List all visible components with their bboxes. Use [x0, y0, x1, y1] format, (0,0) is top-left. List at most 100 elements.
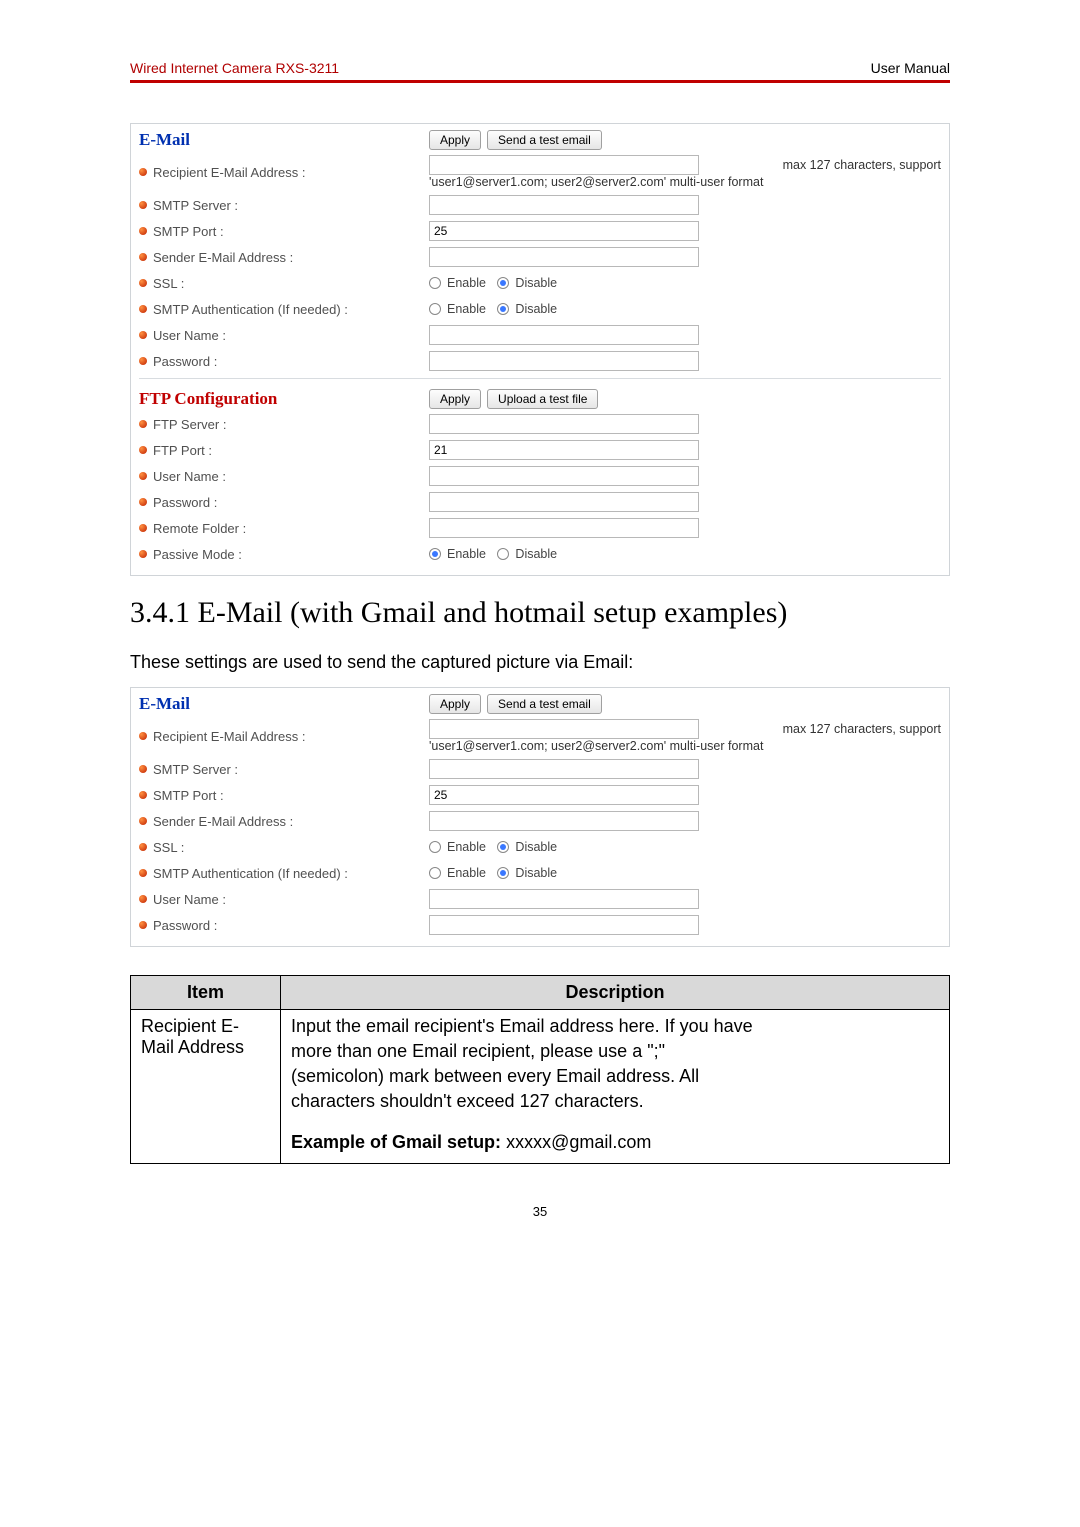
smtp-port-label: SMTP Port :: [153, 224, 224, 239]
row-ftp-port: FTP Port :: [131, 437, 949, 463]
desc-example: Example of Gmail setup: xxxxx@gmail.com: [291, 1132, 939, 1153]
doc-header: Wired Internet Camera RXS-3211 User Manu…: [130, 60, 950, 80]
page-number: 35: [130, 1204, 950, 1219]
sender2-input[interactable]: [429, 811, 699, 831]
bullet-icon: [139, 472, 147, 480]
recipient2-hint-bottom: 'user1@server1.com; user2@server2.com' m…: [429, 739, 941, 753]
row-auth: SMTP Authentication (If needed) : Enable…: [131, 296, 949, 322]
email2-title: E-Mail: [139, 694, 429, 714]
recipient-input[interactable]: [429, 155, 699, 175]
auth-disable-radio[interactable]: [497, 303, 509, 315]
passive-enable-radio[interactable]: [429, 548, 441, 560]
email2-section-header: E-Mail Apply Send a test email: [131, 688, 949, 716]
ftp-port-label: FTP Port :: [153, 443, 212, 458]
row-ftp-pass: Password :: [131, 489, 949, 515]
recipient2-input[interactable]: [429, 719, 699, 739]
ftp-server-label: FTP Server :: [153, 417, 226, 432]
ssl2-enable-text: Enable: [447, 840, 486, 854]
ssl2-enable-radio[interactable]: [429, 841, 441, 853]
smtp-server-input[interactable]: [429, 195, 699, 215]
auth-enable-text: Enable: [447, 302, 486, 316]
smtp-port2-input[interactable]: [429, 785, 699, 805]
recipient2-hint-top: max 127 characters, support: [707, 722, 941, 736]
user-label: User Name :: [153, 328, 226, 343]
th-item: Item: [131, 976, 281, 1010]
auth2-enable-radio[interactable]: [429, 867, 441, 879]
pass-input[interactable]: [429, 351, 699, 371]
bullet-icon: [139, 817, 147, 825]
desc-line: (semicolon) mark between every Email add…: [291, 1066, 939, 1087]
bullet-icon: [139, 331, 147, 339]
row-ftp-server: FTP Server :: [131, 411, 949, 437]
pass-label: Password :: [153, 354, 217, 369]
passive-enable-text: Enable: [447, 547, 486, 561]
ssl-disable-radio[interactable]: [497, 277, 509, 289]
pass2-input[interactable]: [429, 915, 699, 935]
ftp-server-input[interactable]: [429, 414, 699, 434]
email2-send-test-button[interactable]: Send a test email: [487, 694, 602, 714]
row2-pass: Password :: [131, 912, 949, 938]
intro-text: These settings are used to send the capt…: [130, 652, 950, 673]
ssl2-disable-text: Disable: [515, 840, 557, 854]
bullet-icon: [139, 791, 147, 799]
row-smtp-server: SMTP Server :: [131, 192, 949, 218]
ftp-port-input[interactable]: [429, 440, 699, 460]
ftp-user-label: User Name :: [153, 469, 226, 484]
pass2-label: Password :: [153, 918, 217, 933]
bullet-icon: [139, 420, 147, 428]
email-section-header: E-Mail Apply Send a test email: [131, 124, 949, 152]
row-ssl: SSL : Enable Disable: [131, 270, 949, 296]
section-heading: 3.4.1 E-Mail (with Gmail and hotmail set…: [130, 596, 950, 630]
passive-disable-text: Disable: [515, 547, 557, 561]
header-divider: [130, 80, 950, 83]
passive-disable-radio[interactable]: [497, 548, 509, 560]
ssl-enable-radio[interactable]: [429, 277, 441, 289]
ftp-apply-button[interactable]: Apply: [429, 389, 481, 409]
user2-input[interactable]: [429, 889, 699, 909]
row-ftp-user: User Name :: [131, 463, 949, 489]
smtp-port-input[interactable]: [429, 221, 699, 241]
sender-input[interactable]: [429, 247, 699, 267]
email-send-test-button[interactable]: Send a test email: [487, 130, 602, 150]
ftp-title: FTP Configuration: [139, 389, 429, 409]
auth-enable-radio[interactable]: [429, 303, 441, 315]
email-apply-button[interactable]: Apply: [429, 130, 481, 150]
ssl2-label: SSL :: [153, 840, 184, 855]
row-pass: Password :: [131, 348, 949, 374]
ftp-pass-label: Password :: [153, 495, 217, 510]
bullet-icon: [139, 732, 147, 740]
row-user: User Name :: [131, 322, 949, 348]
ftp-folder-input[interactable]: [429, 518, 699, 538]
recipient2-label: Recipient E-Mail Address :: [153, 729, 305, 744]
ftp-folder-label: Remote Folder :: [153, 521, 246, 536]
config-panel-email-ftp: E-Mail Apply Send a test email Recipient…: [130, 123, 950, 576]
ssl-disable-text: Disable: [515, 276, 557, 290]
ftp-section-header: FTP Configuration Apply Upload a test fi…: [131, 383, 949, 411]
bullet-icon: [139, 843, 147, 851]
ftp-pass-input[interactable]: [429, 492, 699, 512]
row-smtp-port: SMTP Port :: [131, 218, 949, 244]
bullet-icon: [139, 168, 147, 176]
auth2-disable-radio[interactable]: [497, 867, 509, 879]
bullet-icon: [139, 279, 147, 287]
row2-auth: SMTP Authentication (If needed) : Enable…: [131, 860, 949, 886]
auth2-enable-text: Enable: [447, 866, 486, 880]
th-desc: Description: [281, 976, 950, 1010]
td-item: Recipient E-Mail Address: [131, 1010, 281, 1164]
sender2-label: Sender E-Mail Address :: [153, 814, 293, 829]
ftp-passive-label: Passive Mode :: [153, 547, 242, 562]
bullet-icon: [139, 227, 147, 235]
recipient-hint-top: max 127 characters, support: [707, 158, 941, 172]
user-input[interactable]: [429, 325, 699, 345]
email2-apply-button[interactable]: Apply: [429, 694, 481, 714]
ftp-user-input[interactable]: [429, 466, 699, 486]
bullet-icon: [139, 305, 147, 313]
user2-label: User Name :: [153, 892, 226, 907]
email-title: E-Mail: [139, 130, 429, 150]
smtp-server2-input[interactable]: [429, 759, 699, 779]
ftp-upload-test-button[interactable]: Upload a test file: [487, 389, 598, 409]
ssl-enable-text: Enable: [447, 276, 486, 290]
bullet-icon: [139, 921, 147, 929]
ssl2-disable-radio[interactable]: [497, 841, 509, 853]
row-ftp-passive: Passive Mode : Enable Disable: [131, 541, 949, 567]
